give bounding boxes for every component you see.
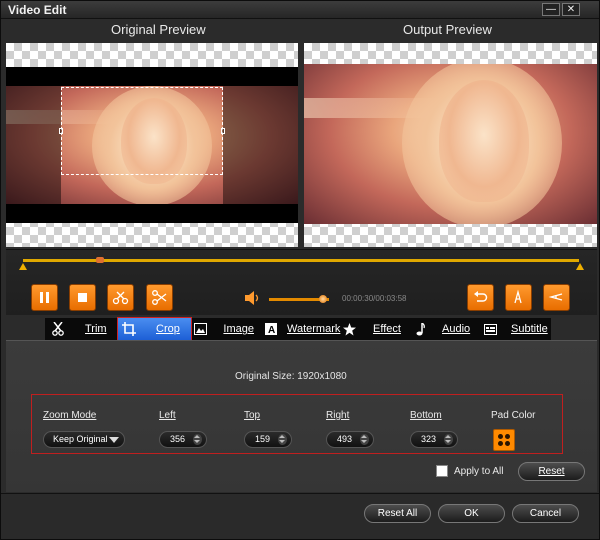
- bottom-spinbox[interactable]: 323: [410, 431, 458, 448]
- spin-arrows-icon[interactable]: [360, 434, 369, 445]
- original-preview[interactable]: [6, 43, 298, 247]
- tab-image-label: Image: [223, 323, 254, 335]
- tab-subtitle[interactable]: Subtitle: [483, 318, 549, 340]
- split-button[interactable]: [146, 284, 173, 311]
- apply-to-all-label: Apply to All: [454, 466, 504, 477]
- left-spinbox[interactable]: 356: [159, 431, 207, 448]
- minimize-button[interactable]: —: [542, 3, 560, 16]
- bottom-label: Bottom: [410, 410, 442, 421]
- star-icon: [342, 322, 356, 336]
- original-size-text: Original Size: 1920x1080: [235, 371, 347, 382]
- ok-button[interactable]: OK: [438, 504, 505, 523]
- top-value: 159: [255, 434, 271, 444]
- flip-vertical-icon: [514, 289, 522, 304]
- right-value: 493: [337, 434, 353, 444]
- pad-color-label: Pad Color: [491, 410, 536, 421]
- tab-image[interactable]: Image: [194, 318, 254, 340]
- image-icon: [194, 322, 208, 336]
- left-label: Left: [159, 410, 176, 421]
- reset-button[interactable]: Reset: [518, 462, 585, 481]
- tab-effect-label: Effect: [373, 323, 401, 335]
- original-preview-label: Original Preview: [111, 22, 206, 37]
- timeline-playhead[interactable]: [96, 257, 104, 263]
- watermark-icon: A: [265, 322, 277, 336]
- pause-icon: [40, 292, 49, 303]
- crop-tab-highlight: [117, 317, 192, 341]
- top-label: Top: [244, 410, 261, 421]
- output-preview: [304, 43, 597, 247]
- scissors-icon: [51, 322, 65, 336]
- trim-start-marker[interactable]: [19, 263, 27, 270]
- video-edit-window: Video Edit — ✕ Original Preview Output P…: [0, 0, 600, 540]
- svg-text:A: A: [268, 325, 275, 335]
- subtitle-icon: [483, 322, 497, 336]
- flip-vertical-button[interactable]: [505, 284, 532, 311]
- volume-icon[interactable]: [244, 291, 262, 305]
- timeline-bar[interactable]: [23, 259, 579, 262]
- tab-audio[interactable]: Audio: [415, 318, 470, 340]
- chevron-down-icon: [109, 437, 119, 443]
- trim-end-marker[interactable]: [576, 263, 584, 270]
- letterbox-top: [6, 67, 298, 86]
- volume-slider-knob[interactable]: [319, 295, 327, 303]
- close-button[interactable]: ✕: [562, 3, 580, 16]
- flip-horizontal-button[interactable]: [543, 284, 570, 311]
- crop-handle-right[interactable]: [221, 128, 225, 134]
- zoom-mode-value: Keep Original: [53, 434, 108, 444]
- crop-handle-left[interactable]: [59, 128, 63, 134]
- cut-button[interactable]: [107, 284, 134, 311]
- bottom-value: 323: [421, 434, 437, 444]
- tab-watermark-label: Watermark: [287, 323, 341, 335]
- spin-arrows-icon[interactable]: [193, 434, 202, 445]
- crop-selection-box[interactable]: [61, 87, 223, 175]
- pad-color-button[interactable]: [493, 429, 515, 451]
- tab-effect[interactable]: Effect: [342, 318, 402, 340]
- right-spinbox[interactable]: 493: [326, 431, 374, 448]
- tab-watermark[interactable]: A Watermark: [265, 318, 341, 340]
- output-video-frame: [304, 64, 597, 224]
- apply-to-all-checkbox[interactable]: [436, 465, 448, 477]
- cancel-button[interactable]: Cancel: [512, 504, 579, 523]
- right-label: Right: [326, 410, 350, 421]
- spin-arrows-icon[interactable]: [278, 434, 287, 445]
- zoom-mode-select[interactable]: Keep Original: [43, 431, 125, 448]
- title-bar[interactable]: Video Edit — ✕: [1, 1, 599, 19]
- spin-arrows-icon[interactable]: [444, 434, 453, 445]
- tab-audio-label: Audio: [442, 323, 471, 335]
- playback-timecode: 00:00:30/00:03:58: [342, 294, 407, 303]
- dialog-footer: [1, 493, 599, 539]
- tab-trim-label: Trim: [85, 323, 107, 335]
- music-note-icon: [415, 322, 425, 336]
- undo-button[interactable]: [467, 284, 494, 311]
- split-scissors-icon: [152, 290, 167, 305]
- zoom-mode-label: Zoom Mode: [43, 410, 97, 421]
- tab-subtitle-label: Subtitle: [511, 323, 548, 335]
- scissors-icon: [112, 291, 129, 305]
- stop-icon: [78, 293, 87, 302]
- pause-button[interactable]: [31, 284, 58, 311]
- letterbox-bottom: [6, 204, 298, 223]
- undo-icon: [474, 291, 488, 302]
- left-value: 356: [170, 434, 186, 444]
- flip-horizontal-icon: [548, 293, 563, 301]
- reset-all-button[interactable]: Reset All: [364, 504, 431, 523]
- top-spinbox[interactable]: 159: [244, 431, 292, 448]
- output-preview-label: Output Preview: [403, 22, 492, 37]
- window-title: Video Edit: [8, 3, 67, 17]
- stop-button[interactable]: [69, 284, 96, 311]
- tab-trim[interactable]: Trim: [51, 318, 111, 340]
